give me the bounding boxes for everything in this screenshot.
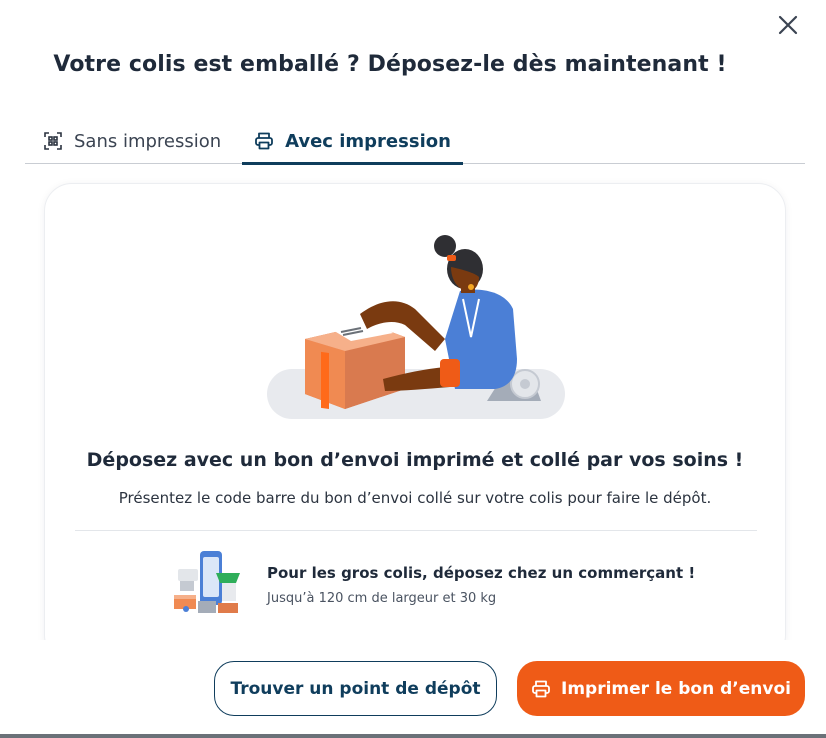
print-option-card: Déposez avec un bon d’envoi imprimé et c… [44,183,786,663]
tab-bar: Sans impression Avec impression [25,118,805,165]
printer-icon [531,679,551,699]
window-bottom-edge [0,734,826,738]
print-button-label: Imprimer le bon d’envoi [561,678,791,699]
find-button-label: Trouver un point de dépôt [230,678,481,699]
card-subtext: Présentez le code barre du bon d’envoi c… [118,489,712,507]
divider [75,530,757,531]
card-heading: Déposez avec un bon d’envoi imprimé et c… [86,449,744,471]
close-button[interactable] [772,11,804,43]
qr-scan-icon [43,131,63,151]
tip-title: Pour les gros colis, déposez chez un com… [267,564,696,582]
printer-icon [254,131,274,151]
drop-off-modal: Votre colis est emballé ? Déposez-le dès… [0,0,826,738]
tab-avec-impression[interactable]: Avec impression [242,118,463,165]
tab-label: Avec impression [285,130,451,152]
packing-illustration [265,229,570,424]
tip-subtitle: Jusqu’à 120 cm de largeur et 30 kg [267,591,497,606]
print-label-button[interactable]: Imprimer le bon d’envoi [517,661,805,716]
find-drop-point-button[interactable]: Trouver un point de dépôt [214,661,497,716]
close-icon [778,15,798,39]
modal-footer: Trouver un point de dépôt Imprimer le bo… [0,640,826,732]
tab-label: Sans impression [74,130,222,152]
tab-sans-impression[interactable]: Sans impression [43,118,221,164]
shop-illustration [172,549,244,617]
modal-title: Votre colis est emballé ? Déposez-le dès… [53,52,727,77]
